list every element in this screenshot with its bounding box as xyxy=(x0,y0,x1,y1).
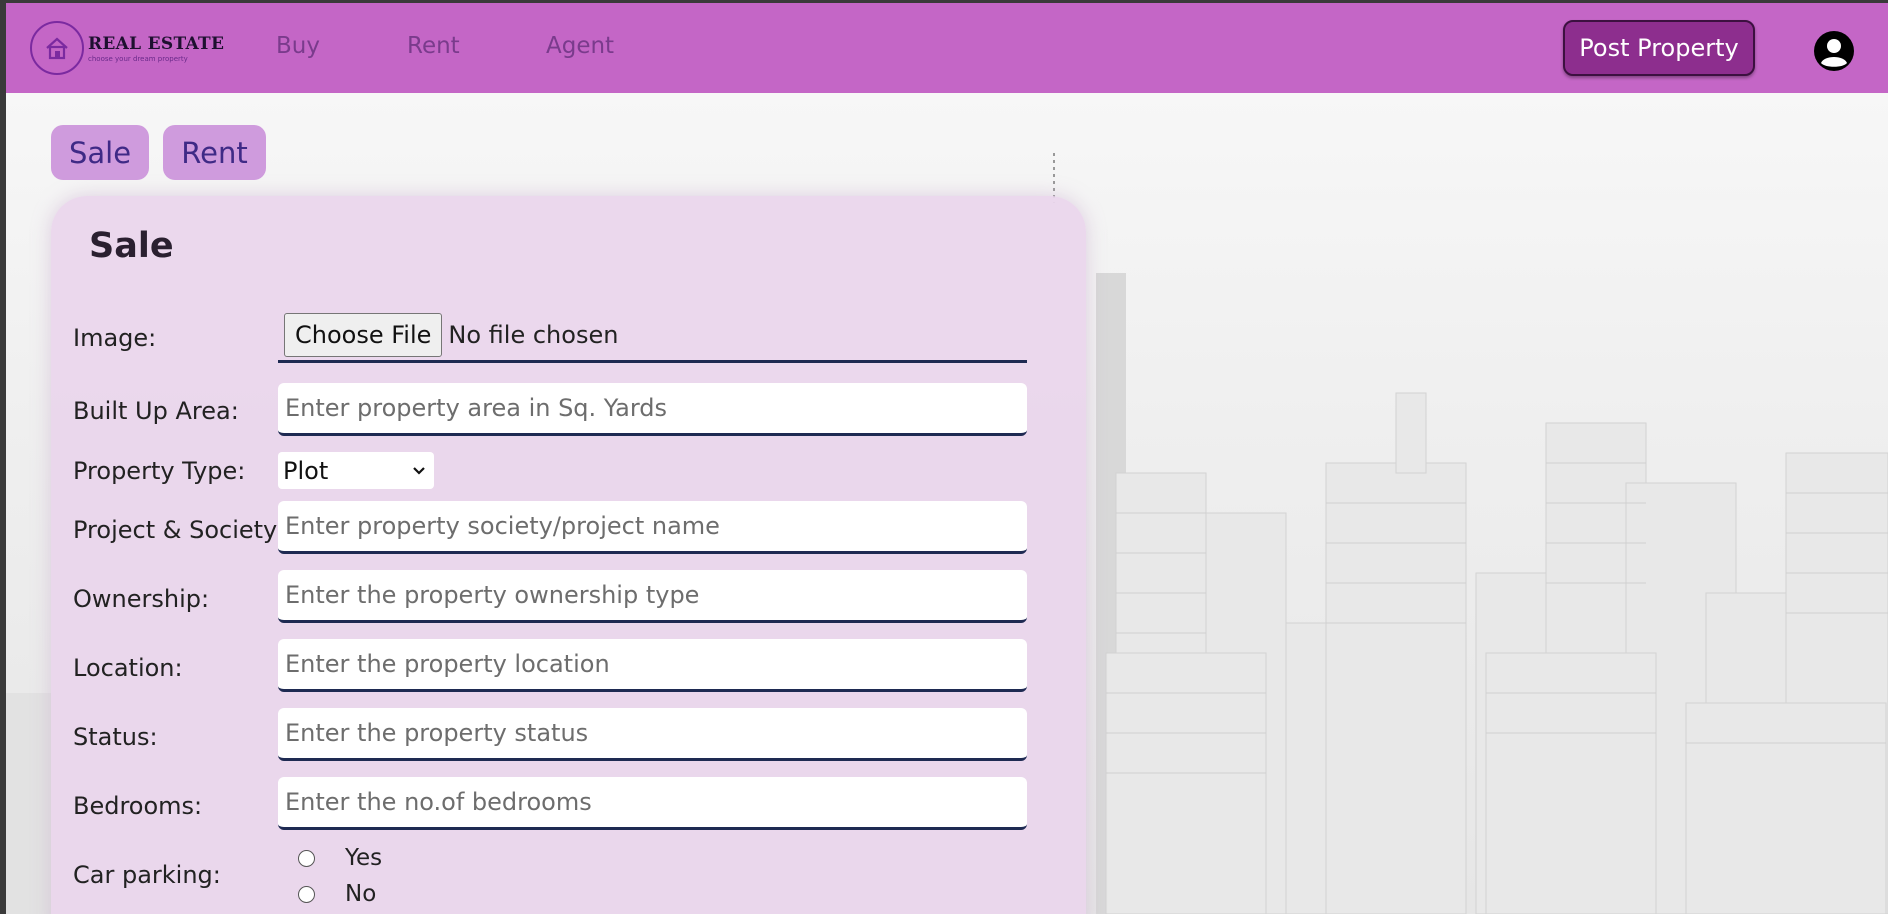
file-status: No file chosen xyxy=(448,321,619,349)
image-file-input[interactable]: Choose File No file chosen xyxy=(278,310,1027,363)
location-label: Location: xyxy=(73,654,183,682)
tab-rent[interactable]: Rent xyxy=(163,125,266,180)
bedrooms-label: Bedrooms: xyxy=(73,792,203,820)
nav-link-agent[interactable]: Agent xyxy=(546,33,614,59)
form-title: Sale xyxy=(89,226,174,266)
chevron-down-icon xyxy=(413,466,425,475)
property-type-select[interactable]: Plot xyxy=(278,452,434,489)
car-parking-yes-radio[interactable] xyxy=(298,850,315,867)
ownership-label: Ownership: xyxy=(73,585,210,613)
nav-link-rent[interactable]: Rent xyxy=(407,33,460,59)
nav-link-buy[interactable]: Buy xyxy=(276,33,320,59)
bedrooms-input[interactable]: Enter the no.of bedrooms xyxy=(278,777,1027,830)
status-input[interactable]: Enter the property status xyxy=(278,708,1027,761)
account-circle-icon[interactable] xyxy=(1813,30,1855,76)
ownership-input[interactable]: Enter the property ownership type xyxy=(278,570,1027,623)
browser-viewport: REAL ESTATE choose your dream property B… xyxy=(6,3,1888,914)
project-society-label: Project & Society: xyxy=(73,516,284,544)
brand-title: REAL ESTATE xyxy=(88,33,225,54)
post-property-button[interactable]: Post Property xyxy=(1563,20,1755,76)
built-up-area-label: Built Up Area: xyxy=(73,397,239,425)
built-up-area-input[interactable]: Enter property area in Sq. Yards xyxy=(278,383,1027,436)
car-parking-label: Car parking: xyxy=(73,861,221,889)
car-parking-yes-label: Yes xyxy=(345,845,383,871)
brand-tagline: choose your dream property xyxy=(88,54,188,63)
property-type-label: Property Type: xyxy=(73,457,246,485)
car-parking-no-label: No xyxy=(345,881,377,907)
house-logo-icon xyxy=(30,21,84,75)
top-navbar: REAL ESTATE choose your dream property B… xyxy=(6,3,1888,93)
tab-sale[interactable]: Sale xyxy=(51,125,149,180)
image-label: Image: xyxy=(73,324,157,352)
brand-logo[interactable]: REAL ESTATE choose your dream property xyxy=(30,19,224,77)
sale-form-card: Sale Image: Choose File No file chosen B… xyxy=(51,196,1086,914)
property-type-value: Plot xyxy=(283,456,329,485)
project-society-input[interactable]: Enter property society/project name xyxy=(278,501,1027,554)
location-input[interactable]: Enter the property location xyxy=(278,639,1027,692)
choose-file-button[interactable]: Choose File xyxy=(284,313,443,357)
car-parking-no-radio[interactable] xyxy=(298,886,315,903)
status-label: Status: xyxy=(73,723,158,751)
